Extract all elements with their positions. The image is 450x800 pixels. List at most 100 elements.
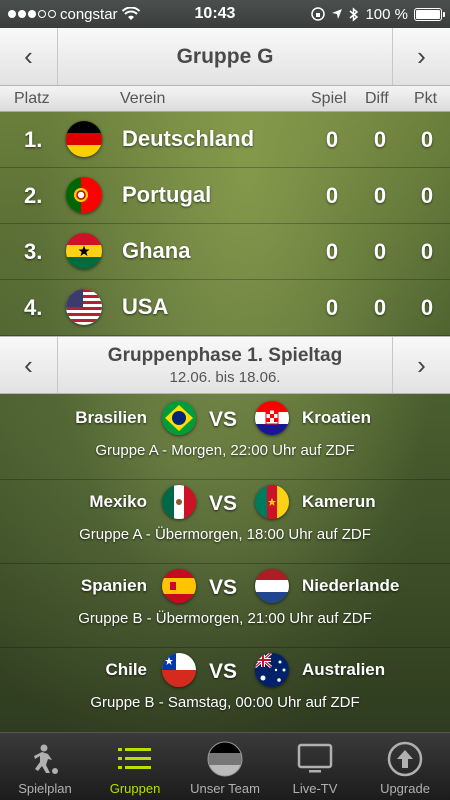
match-info: Gruppe B - Übermorgen, 21:00 Uhr auf ZDF [78, 610, 372, 627]
chevron-right-icon: › [417, 349, 426, 380]
team-flag-icon [205, 739, 245, 779]
standings-row[interactable]: 4. USA 0 0 0 [0, 280, 450, 336]
next-matchday-button[interactable]: › [392, 337, 450, 393]
team-name: USA [122, 294, 169, 319]
home-team: Brasilien [75, 408, 147, 427]
spain-flag-icon [162, 569, 196, 603]
away-team: Kroatien [302, 408, 371, 427]
tab-live-tv[interactable]: Live-TV [270, 733, 360, 800]
team-position: 1. [24, 127, 43, 152]
team-diff: 0 [373, 239, 387, 264]
croatia-flag-icon [255, 401, 289, 435]
status-right: 100 % [272, 5, 445, 23]
signal-strength-icon [8, 10, 56, 18]
matchday-title-area: Gruppenphase 1. Spieltag 12.06. bis 18.0… [58, 337, 392, 393]
away-team: Australien [302, 660, 386, 679]
rotation-lock-icon [311, 7, 326, 21]
previous-group-button[interactable]: ‹ [0, 28, 58, 85]
match-info: Gruppe A - Morgen, 22:00 Uhr auf ZDF [95, 442, 355, 459]
carrier-area: congstar [8, 6, 158, 23]
team-position: 3. [24, 239, 43, 264]
team-points: 0 [420, 127, 434, 152]
ghana-flag-icon [66, 233, 102, 269]
portugal-flag-icon [66, 177, 102, 213]
germany-flag-icon [66, 121, 102, 157]
matchday-dates: 12.06. bis 18.06. [169, 368, 281, 386]
match-item[interactable]: Mexiko VS Kamerun Gruppe A - Übermorgen,… [0, 480, 450, 564]
cameroon-flag-icon [255, 485, 289, 519]
tab-label: Live-TV [292, 781, 338, 796]
team-position: 4. [24, 295, 43, 320]
match-info: Gruppe B - Samstag, 00:00 Uhr auf ZDF [90, 694, 360, 711]
versus-label: VS [209, 660, 238, 683]
status-time: 10:43 [194, 5, 236, 22]
match-info: Gruppe A - Übermorgen, 18:00 Uhr auf ZDF [79, 526, 371, 543]
home-team: Spanien [80, 576, 147, 595]
previous-matchday-button[interactable]: ‹ [0, 337, 58, 393]
home-team: Mexiko [89, 492, 147, 511]
soccer-player-icon [25, 739, 65, 779]
tab-label: Upgrade [380, 781, 430, 796]
page-title: Gruppe G [176, 44, 274, 68]
tab-spielplan[interactable]: Spielplan [0, 733, 90, 800]
team-name: Deutschland [122, 126, 255, 151]
team-games: 0 [325, 127, 339, 152]
standings-row[interactable]: 2. Portugal 0 0 0 [0, 168, 450, 224]
tab-label: Gruppen [109, 781, 161, 796]
battery-percent: 100 % [365, 5, 408, 23]
team-diff: 0 [373, 127, 387, 152]
tab-label: Spielplan [18, 781, 72, 796]
matchday-navbar: ‹ Gruppenphase 1. Spieltag 12.06. bis 18… [0, 336, 450, 394]
bluetooth-icon [349, 6, 359, 22]
versus-label: VS [209, 492, 238, 515]
australia-flag-icon [255, 653, 289, 687]
versus-label: VS [209, 576, 238, 599]
team-games: 0 [325, 183, 339, 208]
match-item[interactable]: Brasilien VS Kroatien Gruppe A - Morgen,… [0, 396, 450, 480]
away-team: Kamerun [302, 492, 376, 511]
team-name: Portugal [122, 182, 212, 207]
matchday-title: Gruppenphase 1. Spieltag [107, 344, 343, 366]
team-diff: 0 [373, 183, 387, 208]
standings-row[interactable]: 1. Deutschland 0 0 0 [0, 112, 450, 168]
match-item[interactable]: Chile VS Australien Gruppe B - Samstag, … [0, 648, 450, 732]
netherlands-flag-icon [255, 569, 289, 603]
chevron-left-icon: ‹ [24, 349, 33, 380]
team-position: 2. [24, 183, 43, 208]
standings-row[interactable]: 3. Ghana 0 0 0 [0, 224, 450, 280]
away-team: Niederlande [302, 576, 400, 595]
chevron-left-icon: ‹ [24, 41, 33, 71]
tab-gruppen[interactable]: Gruppen [90, 733, 180, 800]
status-bar: congstar 10:43 100 % [0, 0, 450, 28]
mexico-flag-icon [162, 485, 196, 519]
team-games: 0 [325, 295, 339, 320]
column-points: Pkt [414, 90, 438, 107]
tv-icon [295, 739, 335, 779]
team-points: 0 [420, 239, 434, 264]
wifi-icon [121, 7, 140, 20]
column-games: Spiel [311, 90, 347, 107]
upload-arrow-icon [385, 739, 425, 779]
tab-upgrade[interactable]: Upgrade [360, 733, 450, 800]
column-club: Verein [120, 90, 166, 107]
standings-header: Platz Verein Spiel Diff Pkt [0, 86, 450, 112]
team-points: 0 [420, 295, 434, 320]
team-name: Ghana [122, 238, 191, 263]
location-icon [332, 9, 343, 19]
chevron-right-icon: › [417, 41, 426, 71]
team-games: 0 [325, 239, 339, 264]
match-item[interactable]: Spanien VS Niederlande Gruppe B - Übermo… [0, 564, 450, 648]
battery-icon [414, 7, 445, 21]
home-team: Chile [105, 660, 147, 679]
usa-flag-icon [66, 289, 102, 325]
team-diff: 0 [373, 295, 387, 320]
chile-flag-icon [162, 653, 196, 687]
column-place: Platz [14, 90, 50, 107]
carrier-name: congstar [60, 5, 118, 23]
versus-label: VS [209, 408, 238, 431]
column-diff: Diff [365, 90, 389, 107]
tab-unser-team[interactable]: Unser Team [180, 733, 270, 800]
list-icon [115, 739, 155, 779]
next-group-button[interactable]: › [392, 28, 450, 85]
team-points: 0 [420, 183, 434, 208]
